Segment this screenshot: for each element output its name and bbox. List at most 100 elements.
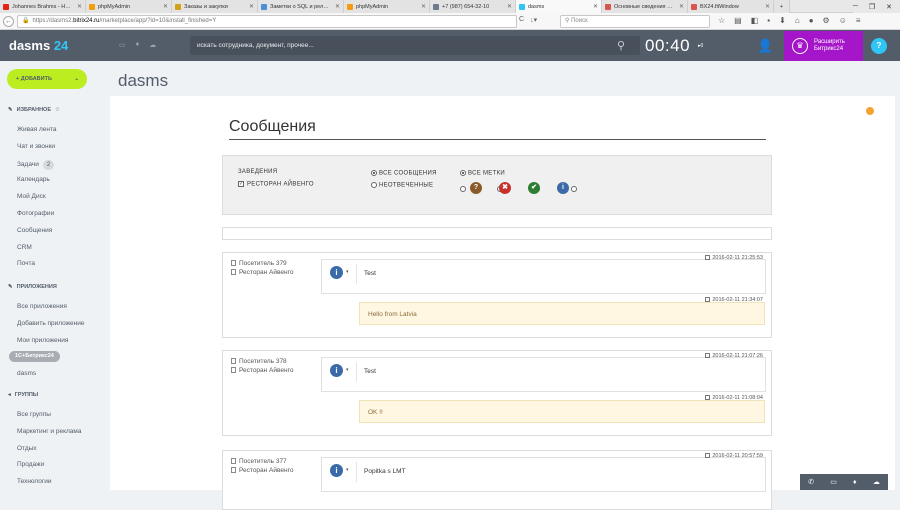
search-icon[interactable]: ⚲ (617, 39, 625, 52)
header-search-input[interactable]: искать сотрудника, документ, прочее... (190, 36, 640, 55)
close-tab-icon[interactable]: ✕ (593, 3, 598, 10)
close-tab-icon[interactable]: ✕ (679, 3, 684, 10)
radio-selected-icon[interactable] (371, 170, 377, 176)
url-bar[interactable]: 🔒 https://dasms2.bitrix24.ru/marketplace/… (17, 15, 517, 28)
home-icon[interactable]: ⌂ (795, 16, 800, 25)
info-icon[interactable]: i (330, 364, 343, 377)
browser-tab[interactable]: Заметки о SQL и рел… ✕ (258, 0, 344, 13)
star-icon[interactable]: ☆ (718, 16, 725, 25)
sidebar-item[interactable]: Продажи (17, 461, 44, 468)
cross-icon[interactable]: ✖ (499, 182, 511, 194)
reload-icon[interactable]: C (519, 16, 524, 24)
sidebar-item[interactable]: Все приложения (17, 303, 67, 310)
close-tab-icon[interactable]: ✕ (163, 3, 168, 10)
close-tab-icon[interactable]: ✕ (335, 3, 340, 10)
cloud-sync-icon[interactable]: ☁ (873, 478, 880, 486)
favorites-section-title[interactable]: ✎ ИЗБРАННОЕ ⚙ (8, 107, 60, 113)
sidebar-item[interactable]: Технологии (17, 478, 52, 485)
bell-icon[interactable]: ♦ (136, 41, 140, 49)
download-icon[interactable]: ⬇ (779, 16, 786, 25)
info-icon[interactable]: i (557, 182, 569, 194)
work-clock[interactable]: 00:40 (645, 36, 690, 56)
close-tab-icon[interactable]: ✕ (249, 3, 254, 10)
sidebar-item[interactable]: Живая лента (17, 126, 56, 133)
app-settings-icon[interactable] (866, 107, 874, 115)
check-icon[interactable]: ✔ (528, 182, 540, 194)
unanswered-radio[interactable]: НЕОТВЕЧЕННЫЕ (371, 182, 433, 189)
all-messages-radio[interactable]: ВСЕ СООБЩЕНИЯ (371, 170, 437, 177)
question-icon[interactable]: ? (470, 182, 482, 194)
sidebar-item[interactable]: Календарь (17, 176, 50, 183)
back-icon[interactable]: ← (3, 16, 14, 27)
sync-icon[interactable]: ☺ (839, 16, 847, 25)
browser-tab[interactable]: phpMyAdmin ✕ (344, 0, 430, 13)
tag-radio-icon[interactable] (571, 186, 577, 193)
browser-tab[interactable]: Johannes Brahms - Н… ✕ (0, 0, 86, 13)
extension-icon[interactable]: ▪ (767, 16, 770, 25)
close-tab-icon[interactable]: ✕ (421, 3, 426, 10)
info-icon[interactable]: i (330, 266, 343, 279)
sidebar-item[interactable]: Все группы (17, 411, 51, 418)
venue-checkbox[interactable]: ✓ РЕСТОРАН АЙВЕНГО (238, 181, 314, 188)
download-arrow-icon[interactable]: ↓▾ (530, 16, 537, 24)
restore-icon[interactable]: ❐ (869, 3, 875, 11)
sidebar-item[interactable]: Фотографии (17, 210, 54, 217)
sidebar-item[interactable]: Сообщения (17, 227, 52, 234)
browser-search-input[interactable]: ⚲ Поиск (560, 15, 710, 28)
checkbox-icon[interactable]: ✓ (238, 181, 244, 187)
phone-icon[interactable]: ✆ (808, 478, 814, 486)
all-tags-radio[interactable]: ВСЕ МЕТКИ (460, 170, 505, 177)
browser-tab[interactable]: BX24.fitWindow ✕ (688, 0, 774, 13)
tab-label: phpMyAdmin (356, 3, 389, 10)
browser-tab[interactable]: Основные сведения … ✕ (602, 0, 688, 13)
chevron-down-icon[interactable]: ▾ (346, 467, 349, 473)
browser-tab[interactable]: Заказы и закупки ✕ (172, 0, 258, 13)
close-window-icon[interactable]: ✕ (886, 3, 892, 11)
sidebar-item[interactable]: Задачи 2 (17, 159, 55, 170)
close-tab-icon[interactable]: ✕ (765, 3, 770, 10)
new-tab-button[interactable]: + (774, 0, 790, 13)
sidebar-item[interactable]: Маркетинг и реклама (17, 428, 81, 435)
gear-icon[interactable]: ⚙ (55, 107, 60, 113)
tab-label: dasms (528, 3, 545, 10)
browser-tab[interactable]: +7 (987) 654-32-10 ✕ (430, 0, 516, 13)
chevron-down-icon[interactable]: ▾ (346, 269, 349, 275)
minimize-icon[interactable]: ─ (853, 3, 858, 10)
menu-icon[interactable]: ≡ (856, 16, 861, 25)
sidebar-item[interactable]: CRM (17, 244, 32, 251)
tag-radio-icon[interactable] (460, 186, 466, 193)
close-tab-icon[interactable]: ✕ (77, 3, 82, 10)
cloud-icon[interactable]: ☁ (149, 41, 156, 49)
browser-tab[interactable]: phpMyAdmin ✕ (86, 0, 172, 13)
chevron-down-icon[interactable]: ▾ (346, 367, 349, 373)
notification-icon[interactable]: ♦ (853, 479, 857, 486)
portal-logo[interactable]: dasms 24 (9, 38, 68, 53)
expand-plan-button[interactable]: ♛ Расширить Битрикс24 (784, 31, 863, 61)
sidebar-item[interactable]: Мой Диск (17, 193, 46, 200)
radio-selected-icon[interactable] (460, 170, 466, 176)
addon-icon[interactable]: ● (809, 16, 814, 25)
info-icon[interactable]: i (330, 464, 343, 477)
pocket-icon[interactable]: ◧ (751, 16, 759, 25)
chat-bubble-icon[interactable]: ▭ (830, 478, 837, 486)
sidebar-item[interactable]: dasms (17, 370, 36, 377)
sidebar-item[interactable]: Отдых (17, 445, 37, 452)
add-button[interactable]: + ДОБАВИТЬ ⌄ (7, 69, 87, 89)
apps-section-title[interactable]: ✎ ПРИЛОЖЕНИЯ (8, 284, 57, 290)
close-tab-icon[interactable]: ✕ (507, 3, 512, 10)
venue-label: Ресторан Айвенго (239, 367, 294, 374)
sidebar-item[interactable]: 1С+Битрикс24 (9, 351, 60, 363)
user-icon[interactable]: 👤 (757, 38, 773, 54)
radio-icon[interactable] (371, 182, 377, 188)
timestamp-label: 2016-02-11 20:57:59 (712, 453, 763, 459)
groups-section-title[interactable]: ◂ ГРУППЫ (8, 392, 38, 398)
browser-tab[interactable]: dasms ✕ (516, 0, 602, 13)
chat-icon[interactable]: ▭ (119, 41, 126, 49)
sidebar-item[interactable]: Почта (17, 260, 35, 267)
reader-icon[interactable]: ▤ (734, 16, 742, 25)
sidebar-item[interactable]: Добавить приложение (17, 320, 85, 327)
settings-icon[interactable]: ⚙ (823, 16, 830, 25)
sidebar-item[interactable]: Чат и звонки (17, 143, 55, 150)
sidebar-item[interactable]: Мои приложения (17, 337, 68, 344)
help-button[interactable]: ? (871, 38, 887, 54)
